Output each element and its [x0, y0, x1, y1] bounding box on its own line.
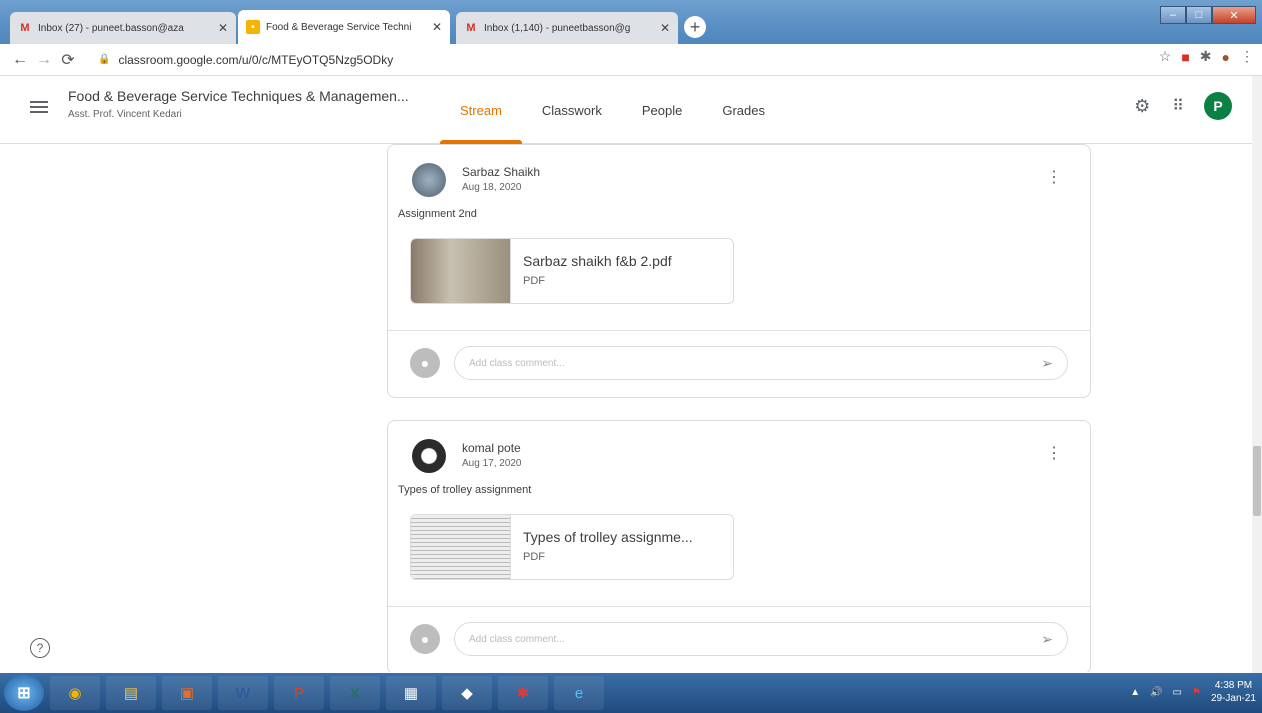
action-center-icon[interactable]: ⚑ [1192, 687, 1201, 698]
browser-tab-3[interactable]: M Inbox (1,140) - puneetbasson@g ✕ [456, 12, 678, 44]
windows-start-button[interactable]: ⊞ [4, 675, 44, 711]
post-date: Aug 18, 2020 [462, 182, 522, 193]
classroom-icon: ▪ [246, 20, 260, 34]
stream-post: Sarbaz Shaikh Aug 18, 2020 ⋮ Assignment … [387, 144, 1091, 398]
address-bar: ← → ⟳ 🔒 classroom.google.com/u/0/c/MTEyO… [0, 44, 1262, 76]
browser-titlebar: M Inbox (27) - puneet.basson@aza ✕ ▪ Foo… [0, 0, 1262, 44]
lock-icon: 🔒 [98, 54, 111, 65]
attachment-name: Sarbaz shaikh f&b 2.pdf [523, 253, 672, 269]
teacher-name: Asst. Prof. Vincent Kedari [68, 109, 182, 120]
classroom-header: Food & Beverage Service Techniques & Man… [0, 76, 1262, 144]
post-text: Types of trolley assignment [398, 484, 532, 496]
post-text: Assignment 2nd [398, 208, 477, 220]
pdf-extension-icon[interactable]: ■ [1181, 49, 1189, 65]
tab-stream[interactable]: Stream [440, 76, 522, 144]
scrollbar-thumb[interactable] [1253, 446, 1261, 516]
comment-input[interactable]: Add class comment... ➢ [454, 622, 1068, 656]
file-explorer-icon[interactable]: ▤ [106, 676, 156, 710]
attachment-thumbnail [411, 515, 511, 579]
comment-placeholder: Add class comment... [469, 633, 565, 645]
bookmark-star-icon[interactable]: ☆ [1159, 48, 1172, 65]
class-nav-tabs: Stream Classwork People Grades [440, 76, 785, 144]
user-avatar-icon[interactable]: ● [1222, 49, 1230, 65]
internet-explorer-icon[interactable]: e [554, 676, 604, 710]
send-icon[interactable]: ➢ [1041, 631, 1053, 648]
tab-grades[interactable]: Grades [702, 76, 785, 144]
divider [388, 606, 1090, 607]
page-scrollbar[interactable] [1252, 76, 1262, 673]
commenter-avatar: ● [410, 348, 440, 378]
tray-arrow-icon[interactable]: ▲ [1130, 687, 1140, 698]
volume-icon[interactable]: 🔊 [1150, 687, 1162, 698]
close-icon[interactable]: ✕ [660, 21, 670, 35]
extensions: ☆ ■ ✱ ● ⋮ [1159, 48, 1254, 65]
tab-label: Food & Beverage Service Techni [266, 21, 412, 33]
commenter-avatar: ● [410, 624, 440, 654]
chrome-icon[interactable]: ◉ [50, 676, 100, 710]
reload-icon[interactable]: ⟳ [56, 48, 80, 72]
more-vert-icon[interactable]: ⋮ [1046, 167, 1062, 187]
attachment-name: Types of trolley assignme... [523, 529, 693, 545]
attachment-card[interactable]: Types of trolley assignme... PDF [410, 514, 734, 580]
close-icon[interactable]: ✕ [218, 21, 228, 35]
gmail-icon: M [20, 22, 30, 34]
help-icon[interactable]: ? [30, 638, 50, 658]
eraser-tool-icon[interactable]: ◆ [442, 676, 492, 710]
close-icon[interactable]: ✕ [432, 20, 442, 34]
browser-tab-1[interactable]: M Inbox (27) - puneet.basson@aza ✕ [10, 12, 236, 44]
network-icon[interactable]: ▭ [1173, 687, 1182, 698]
attachment-type: PDF [523, 551, 545, 563]
more-vert-icon[interactable]: ⋮ [1046, 443, 1062, 463]
comment-row: ● Add class comment... ➢ [410, 622, 1068, 656]
author-avatar [412, 439, 446, 473]
window-close-button[interactable]: ✕ [1212, 6, 1256, 24]
stream-post: komal pote Aug 17, 2020 ⋮ Types of troll… [387, 420, 1091, 672]
post-author: komal pote [462, 441, 521, 455]
profile-avatar[interactable]: P [1204, 92, 1232, 120]
header-actions: ⚙ ⠿ P [1134, 92, 1232, 120]
tab-people[interactable]: People [622, 76, 702, 144]
puzzle-icon[interactable]: ✱ [1200, 48, 1212, 65]
excel-icon[interactable]: X [330, 676, 380, 710]
attachment-type: PDF [523, 275, 545, 287]
gear-icon[interactable]: ⚙ [1134, 96, 1150, 117]
paint-icon[interactable]: ✱ [498, 676, 548, 710]
clock-date: 29-Jan-21 [1210, 693, 1256, 704]
minimize-button[interactable]: – [1160, 6, 1186, 24]
class-title[interactable]: Food & Beverage Service Techniques & Man… [68, 88, 409, 104]
clock-time: 4:38 PM [1214, 680, 1253, 691]
comment-placeholder: Add class comment... [469, 357, 565, 369]
window-controls: – □ ✕ [1160, 6, 1256, 24]
comment-input[interactable]: Add class comment... ➢ [454, 346, 1068, 380]
divider [388, 330, 1090, 331]
apps-grid-icon[interactable]: ⠿ [1172, 96, 1184, 116]
author-avatar [412, 163, 446, 197]
post-date: Aug 17, 2020 [462, 458, 522, 469]
browser-tab-2[interactable]: ▪ Food & Beverage Service Techni ✕ [238, 10, 450, 44]
tab-label: Inbox (1,140) - puneetbasson@g [484, 22, 631, 34]
post-author: Sarbaz Shaikh [462, 165, 541, 179]
word-icon[interactable]: W [218, 676, 268, 710]
gmail-icon: M [466, 22, 476, 34]
tab-classwork[interactable]: Classwork [522, 76, 622, 144]
back-icon[interactable]: ← [8, 48, 32, 72]
attachment-thumbnail [411, 239, 511, 303]
menu-icon[interactable] [30, 98, 48, 116]
media-player-icon[interactable]: ▣ [162, 676, 212, 710]
forward-icon[interactable]: → [32, 48, 56, 72]
windows-taskbar: ⊞ ◉ ▤ ▣ W P X ▦ ◆ ✱ e ▲ 🔊 ▭ ⚑ 4:38 PM 29… [0, 673, 1262, 713]
calculator-icon[interactable]: ▦ [386, 676, 436, 710]
system-tray: ▲ 🔊 ▭ ⚑ 4:38 PM 29-Jan-21 [1130, 679, 1256, 705]
tab-label: Inbox (27) - puneet.basson@aza [38, 22, 184, 34]
new-tab-button[interactable]: + [684, 16, 706, 38]
more-vert-icon[interactable]: ⋮ [1240, 48, 1254, 65]
stream-content: Sarbaz Shaikh Aug 18, 2020 ⋮ Assignment … [0, 144, 1252, 672]
comment-row: ● Add class comment... ➢ [410, 346, 1068, 380]
send-icon[interactable]: ➢ [1041, 355, 1053, 372]
attachment-card[interactable]: Sarbaz shaikh f&b 2.pdf PDF [410, 238, 734, 304]
url-field[interactable]: classroom.google.com/u/0/c/MTEyOTQ5Nzg5O… [118, 53, 393, 67]
clock[interactable]: 4:38 PM 29-Jan-21 [1211, 679, 1256, 705]
maximize-button[interactable]: □ [1186, 6, 1212, 24]
powerpoint-icon[interactable]: P [274, 676, 324, 710]
